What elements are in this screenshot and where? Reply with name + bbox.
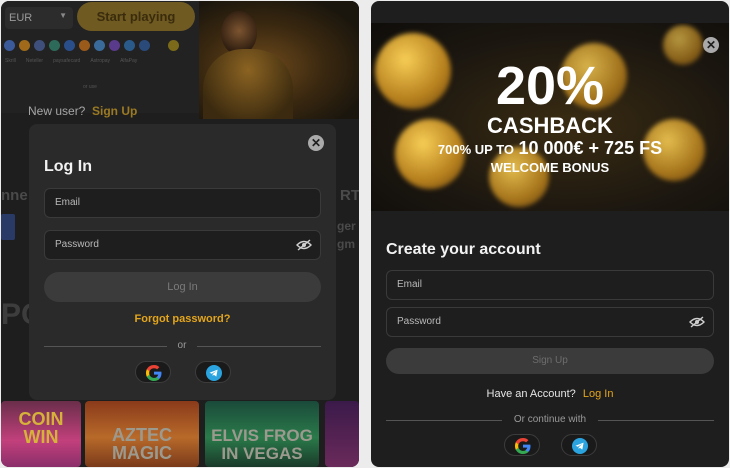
welcome-bonus-label: WELCOME BONUS xyxy=(490,160,610,175)
password-placeholder: Password xyxy=(397,316,441,327)
game-tile-coin-win[interactable]: COIN WIN xyxy=(1,401,81,467)
payment-icon xyxy=(4,40,15,51)
currency-value: EUR xyxy=(9,12,33,24)
divider xyxy=(197,346,321,347)
payment-icon xyxy=(64,40,75,51)
payment-labels: Skrill Neteller paysafecard Astropay Alf… xyxy=(5,58,138,64)
or-text: or xyxy=(177,340,187,351)
google-icon xyxy=(146,365,162,381)
eye-off-icon[interactable] xyxy=(296,239,312,251)
payment-icon xyxy=(79,40,90,51)
promo-banner: 20% CASHBACK 700% UP TO 10 000€ + 725 FS… xyxy=(371,23,729,211)
divider xyxy=(386,420,502,421)
password-field[interactable]: Password xyxy=(44,230,321,260)
modal-title: Log In xyxy=(44,158,92,175)
new-user-text: New user? xyxy=(28,104,86,118)
start-playing-button[interactable]: Start playing xyxy=(77,2,195,31)
bg-text: nne xyxy=(1,187,28,204)
telegram-icon xyxy=(206,365,222,381)
payment-icon xyxy=(19,40,30,51)
forgot-password-link[interactable]: Forgot password? xyxy=(29,313,336,325)
password-placeholder: Password xyxy=(55,239,99,250)
payment-icon xyxy=(49,40,60,51)
promo-prefix: 700% UP TO xyxy=(437,142,515,157)
login-screen: EUR ▼ Start playing Skrill Neteller pays… xyxy=(1,1,359,467)
close-icon[interactable]: ✕ xyxy=(703,37,719,53)
game-tile-elvis-frog[interactable]: ELVIS FROG IN VEGAS xyxy=(205,401,319,467)
signup-button[interactable]: Sign Up xyxy=(386,348,714,374)
divider xyxy=(44,346,167,347)
telegram-icon xyxy=(572,438,588,454)
payment-methods xyxy=(4,40,179,51)
eye-off-icon[interactable] xyxy=(689,316,705,328)
bg-thumbnail xyxy=(1,214,15,240)
login-link[interactable]: Log In xyxy=(583,388,614,400)
game-tile-aztec-magic[interactable]: AZTEC MAGIC xyxy=(85,401,199,467)
close-icon[interactable]: ✕ xyxy=(308,135,324,151)
google-icon xyxy=(515,438,531,454)
payment-icon xyxy=(168,40,179,51)
signup-screen: 20% CASHBACK 700% UP TO 10 000€ + 725 FS… xyxy=(371,1,729,467)
bg-text: ger xyxy=(337,219,356,233)
have-account-row: Have an Account? Log In xyxy=(371,388,729,400)
sign-up-link[interactable]: Sign Up xyxy=(92,104,137,118)
payment-icon xyxy=(94,40,105,51)
hero-image xyxy=(199,1,359,119)
google-login-button[interactable] xyxy=(135,361,171,383)
login-modal: ✕ Log In Email Password Log In Forgot pa… xyxy=(29,124,336,400)
game-tiles: COIN WIN AZTEC MAGIC ELVIS FROG IN VEGAS xyxy=(1,401,359,467)
promo-amount: 10 000€ + 725 FS xyxy=(518,138,663,158)
bg-text: gm xyxy=(337,237,355,251)
currency-select[interactable]: EUR ▼ xyxy=(5,7,73,29)
password-field[interactable]: Password xyxy=(386,307,714,337)
payment-icon xyxy=(109,40,120,51)
chevron-down-icon: ▼ xyxy=(59,11,67,20)
payment-icon xyxy=(34,40,45,51)
divider xyxy=(598,420,714,421)
cashback-percent: 20% xyxy=(495,56,605,116)
bg-text: RT xyxy=(340,187,359,204)
promo-line: 700% UP TO 10 000€ + 725 FS xyxy=(371,138,729,159)
telegram-login-button[interactable] xyxy=(195,361,231,383)
game-tile[interactable] xyxy=(325,401,359,467)
payment-icon xyxy=(124,40,135,51)
cashback-label: CASHBACK xyxy=(487,113,613,138)
have-account-text: Have an Account? xyxy=(486,388,576,400)
form-title: Create your account xyxy=(386,241,541,258)
payment-icon xyxy=(139,40,150,51)
or-use-text: or use xyxy=(83,84,97,90)
email-field[interactable]: Email xyxy=(44,188,321,218)
google-login-button[interactable] xyxy=(504,434,540,456)
login-button[interactable]: Log In xyxy=(44,272,321,302)
email-field[interactable]: Email xyxy=(386,270,714,300)
or-continue-text: Or continue with xyxy=(513,414,587,425)
telegram-login-button[interactable] xyxy=(561,434,597,456)
